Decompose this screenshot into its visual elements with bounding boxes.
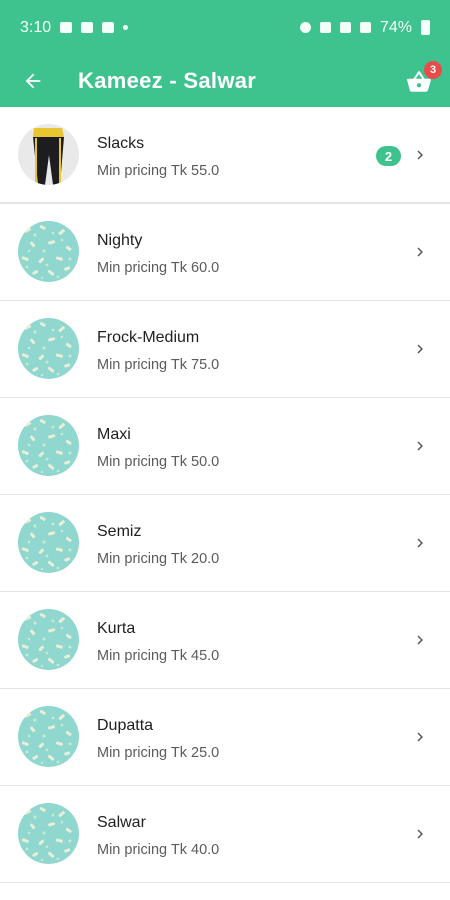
- item-name: Dupatta: [97, 717, 154, 734]
- chevron-right-icon: [411, 533, 429, 553]
- item-placeholder-image: [18, 318, 79, 379]
- list-item[interactable]: Salwar Min pricing Tk 40.0: [0, 786, 450, 883]
- back-button[interactable]: [16, 64, 50, 98]
- list-item[interactable]: Frock-Medium Min pricing Tk 75.0: [0, 301, 450, 398]
- status-bar: 3:10 74%: [0, 0, 450, 55]
- chevron-right-icon: [411, 824, 429, 844]
- battery-percent: 74%: [379, 18, 412, 36]
- wifi-icon: [339, 22, 351, 33]
- chevron-right-icon: [411, 339, 429, 359]
- item-placeholder-image: [18, 609, 79, 670]
- item-name: Semiz: [97, 523, 142, 540]
- item-name: Slacks: [97, 135, 145, 152]
- item-min-price: Min pricing Tk 75.0: [97, 357, 220, 373]
- list-item[interactable]: Nighty Min pricing Tk 60.0: [0, 204, 450, 301]
- alarm-icon: [299, 22, 311, 33]
- list-item[interactable]: Kurta Min pricing Tk 45.0: [0, 592, 450, 689]
- app-header: 3:10 74% Kameez - Salwar 3: [0, 0, 450, 107]
- list-item[interactable]: Dupatta Min pricing Tk 25.0: [0, 689, 450, 786]
- item-min-price: Min pricing Tk 40.0: [97, 842, 220, 858]
- list-item[interactable]: Semiz Min pricing Tk 20.0: [0, 495, 450, 592]
- app-notification-icon: [102, 22, 115, 33]
- list-item[interactable]: Slacks Min pricing Tk 55.0 2: [0, 107, 450, 204]
- item-min-price: Min pricing Tk 25.0: [97, 745, 220, 761]
- item-placeholder-image: [18, 512, 79, 573]
- cart-count-badge: 3: [424, 61, 442, 79]
- chevron-right-icon: [411, 630, 429, 650]
- list-item[interactable]: Maxi Min pricing Tk 50.0: [0, 398, 450, 495]
- page-title: Kameez - Salwar: [78, 68, 257, 93]
- item-placeholder-image: [18, 706, 79, 767]
- item-name: Nighty: [97, 232, 143, 249]
- item-name: Frock-Medium: [97, 329, 200, 346]
- chevron-right-icon: [411, 145, 429, 165]
- image-notification-icon: [60, 22, 73, 33]
- item-placeholder-image: [18, 221, 79, 282]
- status-time: 3:10: [20, 18, 52, 36]
- chevron-right-icon: [411, 727, 429, 747]
- item-name: Kurta: [97, 620, 136, 637]
- item-min-price: Min pricing Tk 50.0: [97, 454, 220, 470]
- mute-icon: [319, 22, 331, 33]
- item-placeholder-image: [18, 415, 79, 476]
- arrow-left-icon: [25, 73, 41, 89]
- dot-notification-icon: [123, 25, 129, 30]
- youtube-notification-icon: [81, 22, 94, 33]
- item-min-price: Min pricing Tk 20.0: [97, 551, 220, 567]
- item-name: Maxi: [97, 426, 131, 443]
- item-min-price: Min pricing Tk 60.0: [97, 260, 220, 276]
- item-name: Salwar: [97, 814, 146, 831]
- item-placeholder-image: [18, 803, 79, 864]
- chevron-right-icon: [411, 436, 429, 456]
- chevron-right-icon: [411, 242, 429, 262]
- battery-icon: [421, 20, 430, 35]
- item-min-price: Min pricing Tk 45.0: [97, 648, 220, 664]
- category-list: Slacks Min pricing Tk 55.0 2 Nighty Min pri…: [0, 107, 450, 883]
- item-min-price: Min pricing Tk 55.0: [97, 163, 220, 179]
- item-photo: [18, 124, 79, 185]
- signal-icon: [359, 22, 371, 33]
- cart-button[interactable]: 3: [404, 61, 442, 97]
- item-count-badge: 2: [376, 146, 401, 166]
- toolbar: Kameez - Salwar 3: [0, 55, 450, 107]
